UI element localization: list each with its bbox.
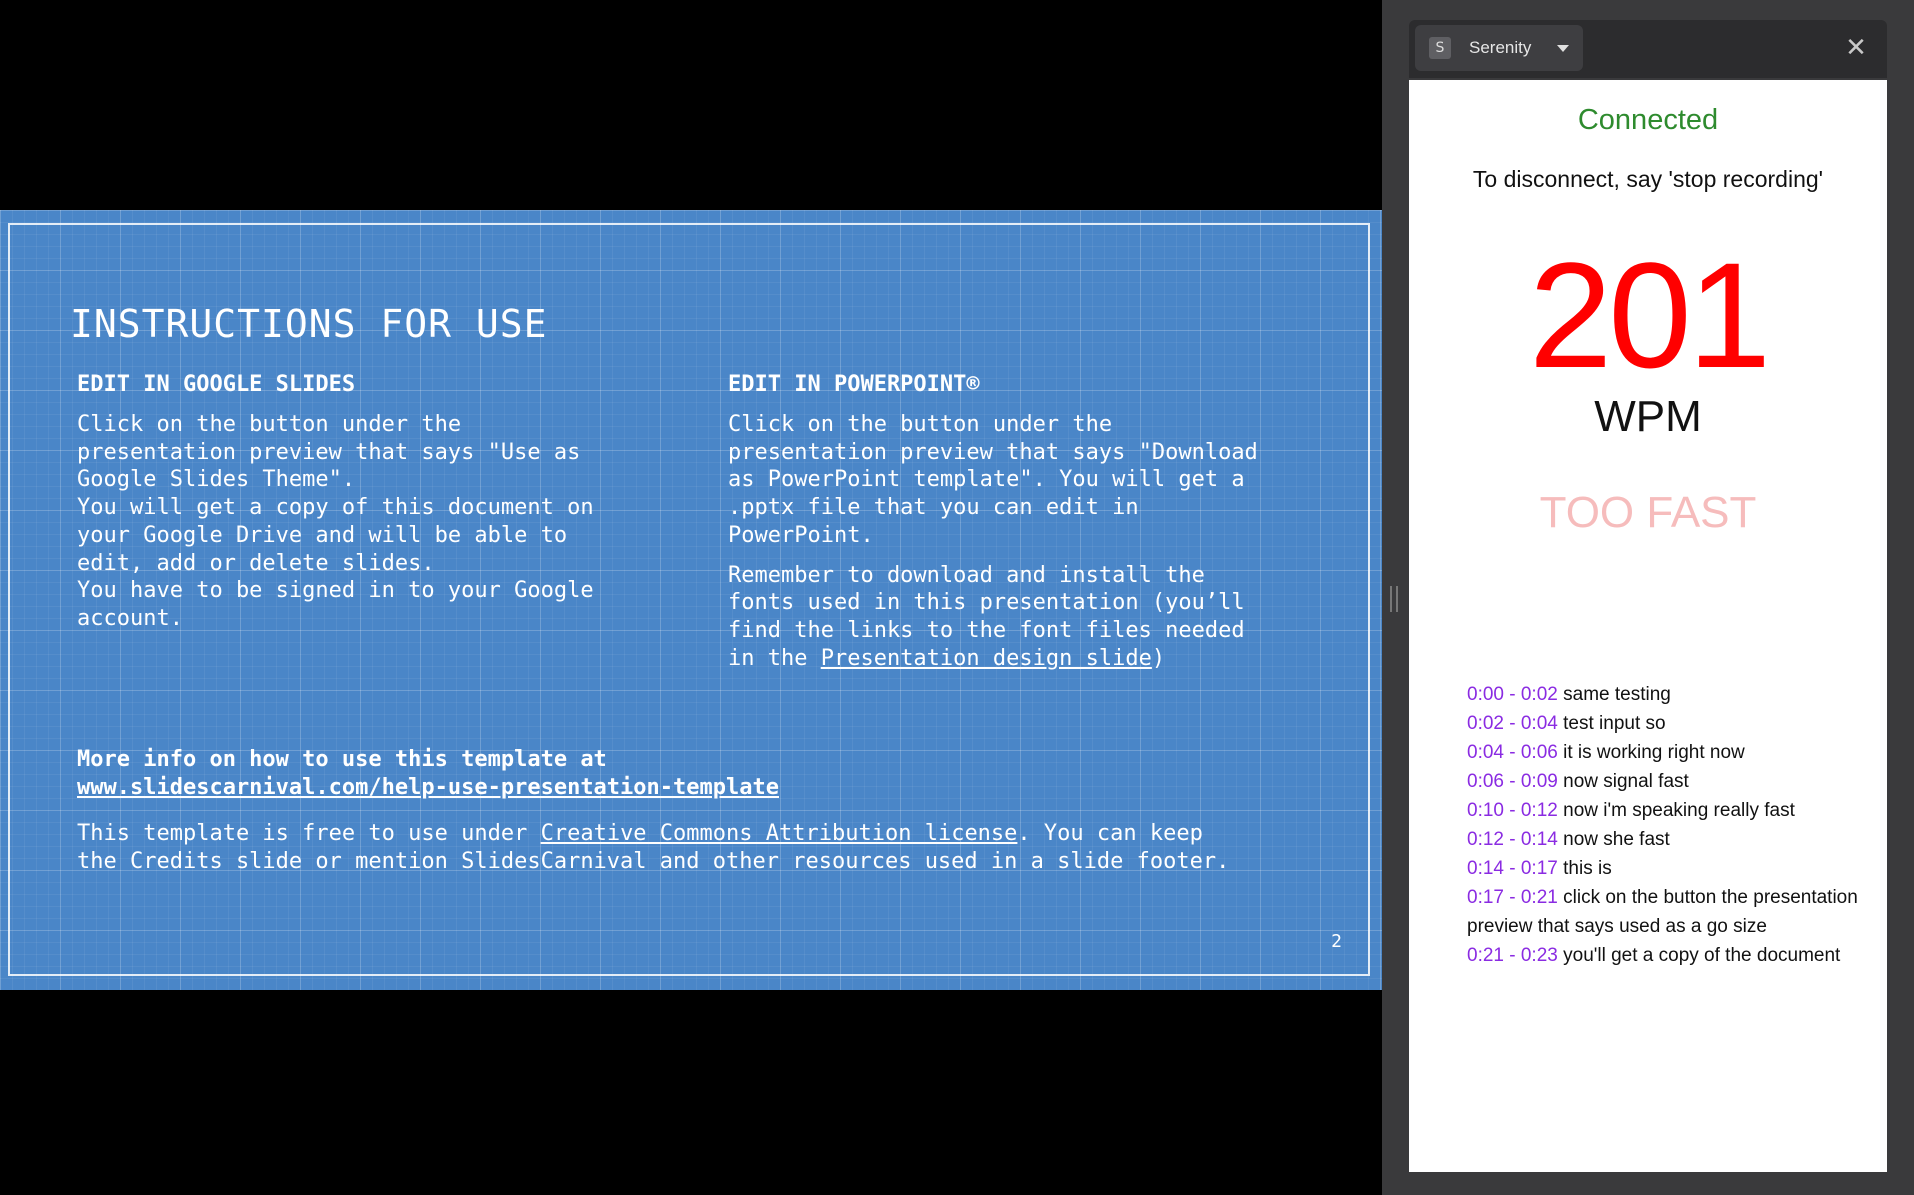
serenity-panel-content: Connected To disconnect, say 'stop recor… bbox=[1409, 80, 1887, 1172]
transcript-text: now she fast bbox=[1563, 829, 1670, 850]
transcript-text: test input so bbox=[1563, 713, 1666, 734]
disconnect-hint: To disconnect, say 'stop recording' bbox=[1472, 166, 1824, 192]
transcript-time: 0:21 - 0:23 bbox=[1467, 945, 1558, 966]
extension-badge-icon: S bbox=[1429, 37, 1451, 59]
powerpoint-column: EDIT IN POWERPOINT® Click on the button … bbox=[728, 372, 1328, 684]
transcript-item: 0:04 - 0:06 it is working right now bbox=[1467, 738, 1879, 767]
transcript-text: now signal fast bbox=[1563, 771, 1689, 792]
fonts-reminder-end: ) bbox=[1151, 645, 1166, 671]
transcript-item: 0:17 - 0:21 click on the button the pres… bbox=[1467, 883, 1879, 941]
chevron-down-icon bbox=[1557, 44, 1569, 52]
extension-side-panel: S Serenity ✕ Connected To disconnect, sa… bbox=[1382, 0, 1914, 1195]
transcript-item: 0:06 - 0:09 now signal fast bbox=[1467, 767, 1879, 796]
panel-resize-handle[interactable] bbox=[1390, 586, 1398, 612]
transcript-time: 0:06 - 0:09 bbox=[1467, 771, 1558, 792]
wpm-value: 201 bbox=[1528, 231, 1771, 399]
panel-header: S Serenity ✕ bbox=[1409, 20, 1887, 78]
transcript-text: now i'm speaking really fast bbox=[1563, 800, 1795, 821]
transcript-time: 0:17 - 0:21 bbox=[1467, 887, 1558, 908]
wpm-unit: WPM bbox=[1594, 392, 1702, 441]
presentation-slide: INSTRUCTIONS FOR USE EDIT IN GOOGLE SLID… bbox=[0, 210, 1382, 990]
powerpoint-instructions: Click on the button under the presentati… bbox=[728, 412, 1258, 548]
license-text: This template is free to use under bbox=[77, 821, 541, 846]
fonts-reminder: Remember to download and install the fon… bbox=[728, 562, 1328, 673]
google-slides-instructions: Click on the button under the presentati… bbox=[77, 412, 594, 631]
slide-page-number: 2 bbox=[1331, 931, 1342, 952]
google-slides-heading: EDIT IN GOOGLE SLIDES bbox=[77, 372, 356, 397]
transcript-item: 0:14 - 0:17 this is bbox=[1467, 854, 1879, 883]
transcript-item: 0:00 - 0:02 same testing bbox=[1467, 680, 1879, 709]
close-icon[interactable]: ✕ bbox=[1839, 31, 1873, 65]
license-note: This template is free to use under Creat… bbox=[77, 820, 1337, 876]
more-info: More info on how to use this template at… bbox=[77, 746, 779, 802]
transcript-text: this is bbox=[1563, 858, 1612, 879]
extension-name: Serenity bbox=[1469, 38, 1532, 57]
transcript-item: 0:02 - 0:04 test input so bbox=[1467, 709, 1879, 738]
transcript-text: you'll get a copy of the document bbox=[1563, 945, 1841, 966]
transcript-text: it is working right now bbox=[1563, 742, 1745, 763]
pace-status: TOO FAST bbox=[1539, 488, 1757, 537]
slide-title: INSTRUCTIONS FOR USE bbox=[70, 302, 548, 346]
transcript-text: same testing bbox=[1563, 684, 1671, 705]
transcript-time: 0:14 - 0:17 bbox=[1467, 858, 1558, 879]
transcript-item: 0:10 - 0:12 now i'm speaking really fast bbox=[1467, 796, 1879, 825]
extension-selector[interactable]: S Serenity bbox=[1415, 25, 1583, 71]
transcript-item: 0:12 - 0:14 now she fast bbox=[1467, 825, 1879, 854]
connection-status: Connected bbox=[1577, 104, 1719, 136]
transcript-time: 0:02 - 0:04 bbox=[1467, 713, 1558, 734]
more-info-text: More info on how to use this template at bbox=[77, 747, 607, 772]
powerpoint-heading: EDIT IN POWERPOINT® bbox=[728, 372, 980, 397]
transcript-list: 0:00 - 0:02 same testing 0:02 - 0:04 tes… bbox=[1467, 680, 1879, 970]
presentation-design-link[interactable]: Presentation design slide bbox=[821, 646, 1152, 671]
transcript-time: 0:12 - 0:14 bbox=[1467, 829, 1558, 850]
transcript-time: 0:10 - 0:12 bbox=[1467, 800, 1558, 821]
transcript-time: 0:04 - 0:06 bbox=[1467, 742, 1558, 763]
transcript-time: 0:00 - 0:02 bbox=[1467, 684, 1558, 705]
transcript-item: 0:21 - 0:23 you'll get a copy of the doc… bbox=[1467, 941, 1879, 970]
help-url-link[interactable]: www.slidescarnival.com/help-use-presenta… bbox=[77, 774, 779, 802]
google-slides-column: EDIT IN GOOGLE SLIDES Click on the butto… bbox=[77, 372, 677, 645]
creative-commons-link[interactable]: Creative Commons Attribution license bbox=[541, 821, 1018, 846]
